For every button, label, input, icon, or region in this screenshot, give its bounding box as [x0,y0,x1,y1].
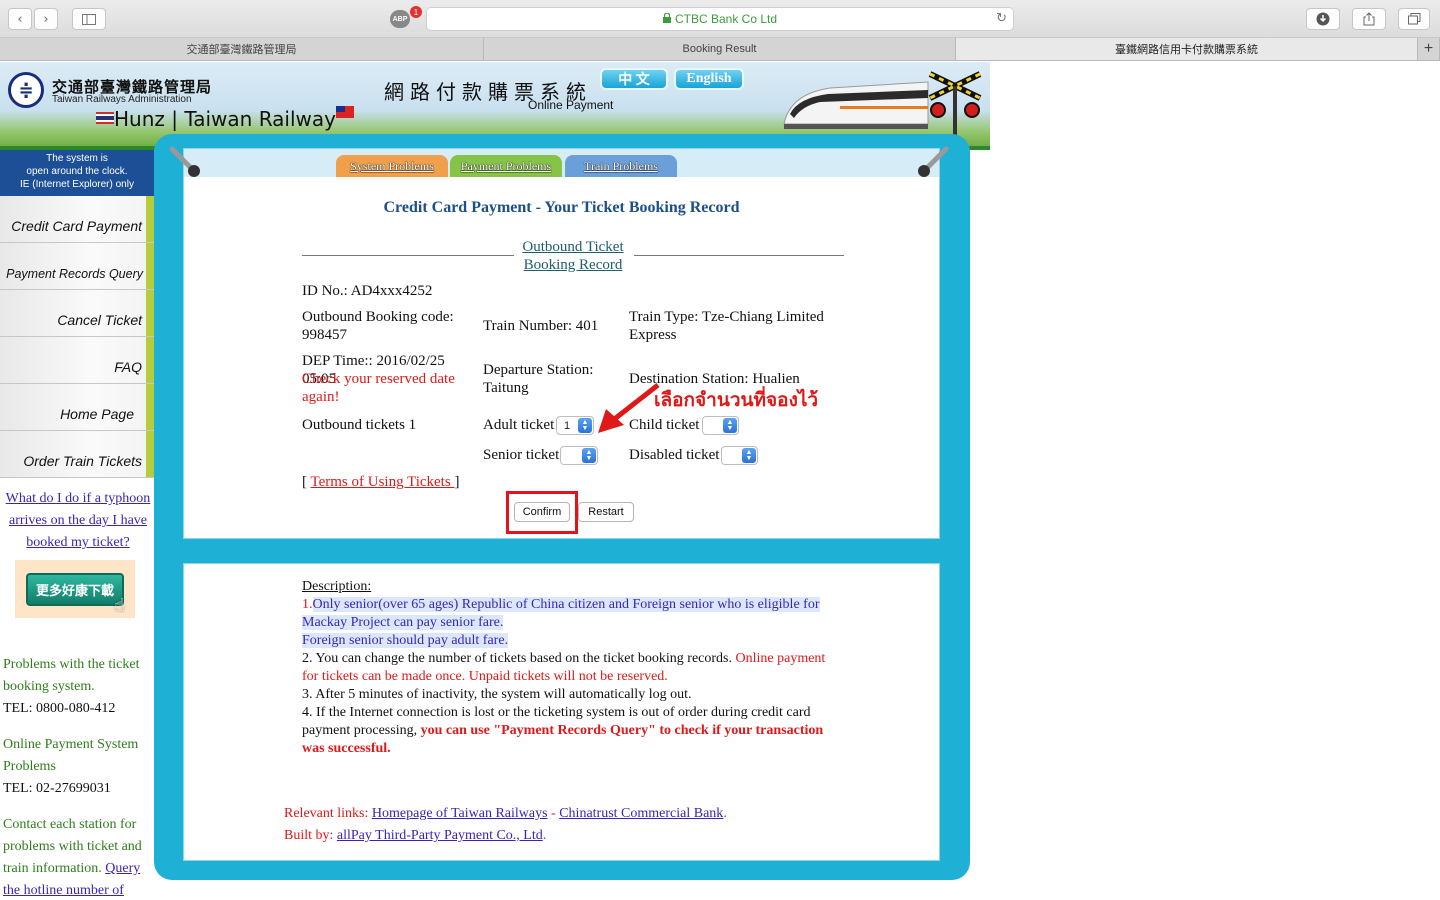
nav-credit-card-payment[interactable]: Credit Card Payment [0,196,154,243]
downloads-icon[interactable] [1306,8,1340,30]
back-icon[interactable]: ‹ [8,8,32,30]
restart-button[interactable]: Restart [578,502,634,522]
ticket-system-help: Problems with the ticket booking system.… [3,654,153,720]
sidebar-toggle-icon[interactable] [72,8,106,30]
download-banner-label: 更多好康下載 [25,572,124,606]
footer-links: Relevant links: Homepage of Taiwan Railw… [284,806,727,843]
divider [302,255,514,256]
adblock-icon[interactable]: ABP [390,10,410,28]
lock-icon [662,12,671,26]
payment-tel: TEL: 02-27699031 [3,781,111,796]
divider [634,255,844,256]
sidebar: The system is open around the clock. IE … [0,150,155,900]
tab-system-problems[interactable]: System Problems [336,155,448,177]
disabled-ticket-select[interactable]: ▲ ▼ [721,446,758,465]
section-title: Outbound Ticket Booking Record [522,239,624,273]
typhoon-faq-link[interactable]: What do I do if a typhoon arrives on the… [2,488,154,554]
terms-line: [ Terms of Using Tickets ] [302,474,460,490]
share-icon[interactable] [1352,8,1386,30]
nav-cancel-ticket[interactable]: Cancel Ticket [0,290,154,337]
payment-system-help: Online Payment System Problems TEL: 02-2… [3,734,153,800]
adblock-badge: 1 [410,6,422,18]
chevron-updown-icon: ▲ ▼ [582,448,596,463]
browser-toolbar: ‹ › ABP 1 CTBC Bank Co Ltd ↻ [0,0,1440,38]
nav-faq[interactable]: FAQ [0,337,154,384]
senior-ticket-select[interactable]: ▲ ▼ [560,446,598,465]
tab-online-payment[interactable]: 臺鐵網路信用卡付款購票系統 [956,38,1418,60]
train-image [783,81,929,129]
description: Description: 1.Only senior(over 65 ages)… [302,578,842,758]
chinatrust-link[interactable]: Chinatrust Commercial Bank [559,806,723,821]
taiwan-flag-icon [335,106,354,118]
senior-fare-note: Only senior(over 65 ages) Republic of Ch… [302,597,820,630]
tab-payment-problems[interactable]: Payment Problems [450,155,562,177]
terms-link[interactable]: Terms of Using Tickets [310,474,454,490]
watermark-text: Hunz | Taiwan Railway [96,106,354,131]
nav-order-train-tickets[interactable]: Order Train Tickets [0,431,154,478]
foreign-senior-note: Foreign senior should pay adult fare. [302,633,509,648]
system-note: The system is open around the clock. IE … [0,150,154,196]
tab-booking-result[interactable]: Booking Result [484,38,956,60]
browser-tab-bar: 交通部臺灣鐵路管理局 Booking Result 臺鐵網路信用卡付款購票系統 … [0,38,1440,61]
id-number: ID No.: AD4xxx4252 [302,283,433,299]
senior-ticket-label: Senior ticket [483,447,560,463]
description-heading: Description: [302,579,372,594]
tra-homepage-link[interactable]: Homepage of Taiwan Railways [372,806,548,821]
tab-train-problems[interactable]: Train Problems [565,155,677,177]
allpay-link[interactable]: allPay Third-Party Payment Co., Ltd [337,828,543,843]
lang-chinese-button[interactable]: 中 文 [600,68,668,90]
new-tab-icon[interactable]: + [1418,38,1440,60]
description-panel: Description: 1.Only senior(over 65 ages)… [183,563,940,861]
confirm-button[interactable]: Confirm [514,502,570,522]
nav-payment-records-query[interactable]: Payment Records Query [0,243,154,290]
problem-tabs: System Problems Payment Problems Train P… [184,149,939,177]
tra-logo-icon: ≑ [8,72,44,108]
pin-icon [918,146,949,177]
tab-tra[interactable]: 交通部臺灣鐵路管理局 [0,38,484,60]
pin-icon [169,146,200,177]
booking-code: Outbound Booking code: 998457 [302,309,454,343]
org-name-en: Taiwan Railways Administration [52,94,192,105]
chevron-updown-icon: ▲ ▼ [742,448,756,463]
nav-home-page[interactable]: Home Page [0,384,154,431]
chevron-updown-icon: ▲ ▼ [723,418,737,433]
train-type: Train Type: Tze-Chiang Limited Express [629,309,824,343]
outbound-ticket-count: Outbound tickets 1 [302,417,417,433]
tabs-overview-icon[interactable] [1398,8,1430,30]
reload-icon[interactable]: ↻ [996,11,1007,26]
thai-flag-icon [96,112,114,124]
child-ticket-select[interactable]: ▲ ▼ [702,416,739,435]
hand-cursor-icon: ☝ [114,595,125,616]
annotation-text: เลือกจำนวนที่จองไว้ [654,389,819,411]
page-title: Credit Card Payment - Your Ticket Bookin… [383,199,740,216]
download-banner[interactable]: 更多好康下載 ☝ [15,560,135,618]
disabled-ticket-label: Disabled ticket [629,447,720,463]
adult-ticket-select[interactable]: 1 ▲ ▼ [556,416,594,435]
date-warning: Check your reserved date again! [302,371,455,405]
adult-ticket-label: Adult ticket [483,417,555,433]
system-title-en: Online Payment [528,98,614,112]
station-contact-help: Contact each station for problems with t… [3,817,142,898]
booking-panel: System Problems Payment Problems Train P… [169,146,949,539]
forward-icon[interactable]: › [34,8,58,30]
ticket-tel: TEL: 0800-080-412 [3,701,116,716]
lang-english-button[interactable]: English [674,68,744,90]
address-bar[interactable]: CTBC Bank Co Ltd ↻ [426,7,1014,31]
chevron-updown-icon: ▲ ▼ [578,418,592,433]
train-number: Train Number: 401 [483,318,599,334]
url-text: CTBC Bank Co Ltd [674,12,778,26]
